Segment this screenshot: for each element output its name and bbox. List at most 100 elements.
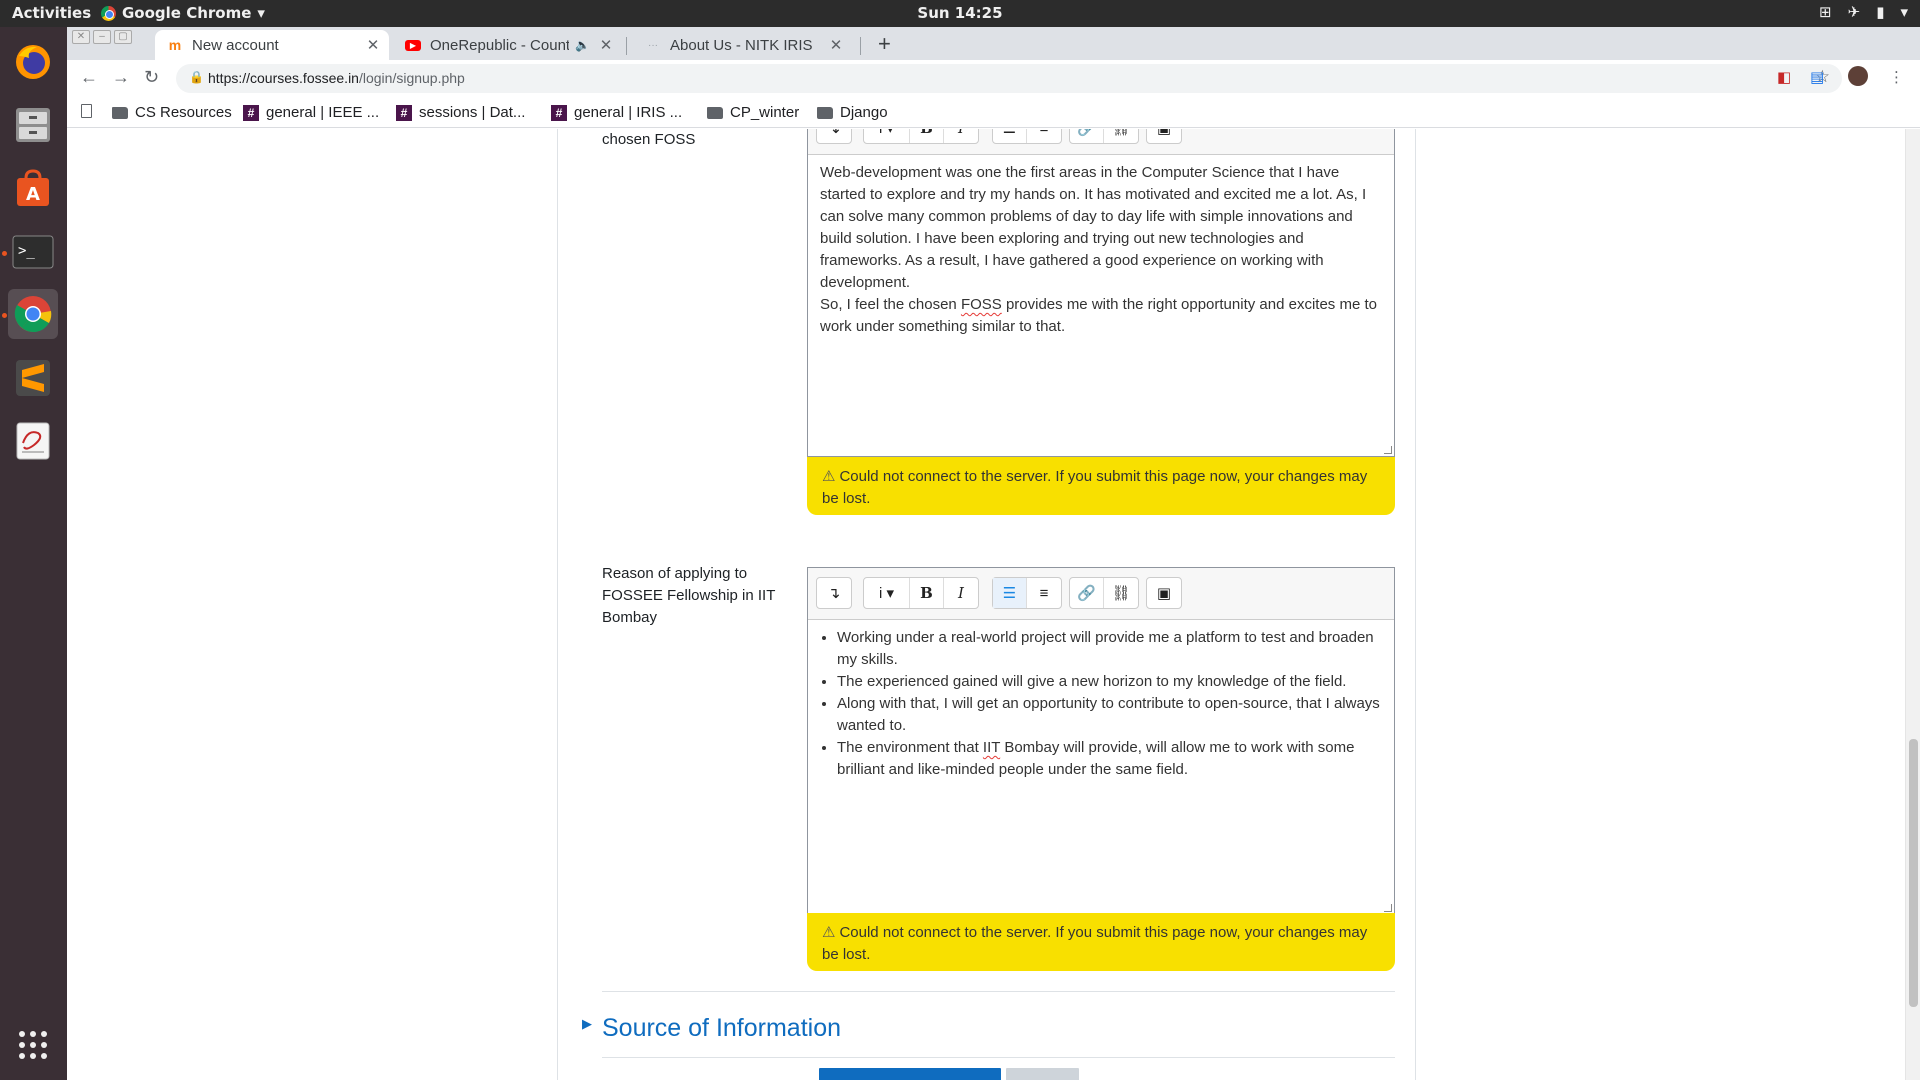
unlink-button[interactable]: ⛓ <box>1104 578 1138 608</box>
activities-button[interactable]: Activities <box>12 4 91 22</box>
link-button[interactable]: 🔗 <box>1070 578 1104 608</box>
reload-icon[interactable]: ↻ <box>144 67 159 88</box>
section-source-of-information[interactable]: Source of Information <box>602 1014 841 1043</box>
profile-avatar[interactable] <box>1848 66 1868 86</box>
spellcheck-word: IIT <box>982 739 1001 756</box>
bookmark-general-iris[interactable]: # general | IRIS ... <box>551 104 682 121</box>
tab-onerepublic[interactable]: ▶ OneRepublic - Countin 🔈 ✕ <box>393 30 622 60</box>
image-button[interactable]: ▣ <box>1147 129 1181 143</box>
moodle-favicon: m <box>168 37 182 53</box>
toolbar-group: 🔗⛓ <box>1069 129 1139 144</box>
sublime-launcher[interactable] <box>8 353 58 403</box>
collapse-toolbar-button[interactable]: ↴ <box>817 129 851 143</box>
bullet-list-button[interactable]: ☰ <box>993 578 1027 608</box>
chrome-icon <box>14 296 52 333</box>
paragraph-style-button[interactable]: i ▾ <box>864 129 910 143</box>
address-bar[interactable]: 🔒 https://courses.fossee.in/login/signup… <box>176 64 1842 93</box>
spellcheck-word: FOSS <box>960 296 1002 313</box>
close-tab-icon[interactable]: ✕ <box>596 36 616 54</box>
editor-toolbar: ↴ i ▾BI ☰≡ 🔗⛓ ▣ <box>808 129 1394 155</box>
extension-icon[interactable]: ◧ <box>1777 68 1791 86</box>
loading-favicon: ··· <box>648 39 658 51</box>
system-tray[interactable]: ⊞ ✈ ▮ ▾ <box>1819 3 1908 21</box>
new-tab-button[interactable]: + <box>878 31 891 57</box>
browser-toolbar: ← → ↻ 🔒 https://courses.fossee.in/login/… <box>67 60 1920 98</box>
tab-strip: ✕ – ▢ m New account ✕ ▶ OneRepublic - Co… <box>67 27 1920 60</box>
bookmark-sessions[interactable]: # sessions | Dat... <box>396 104 525 121</box>
editor-content[interactable]: Web-development was one the first areas … <box>808 155 1394 345</box>
app-menu-label: Google Chrome <box>122 4 252 22</box>
extension-icon[interactable]: ▤ <box>1810 68 1824 86</box>
create-account-button[interactable]: Create my new account <box>819 1068 1001 1080</box>
close-window-button[interactable]: ✕ <box>72 30 90 44</box>
italic-button[interactable]: I <box>944 129 978 143</box>
bookmark-label: general | IRIS ... <box>574 104 683 121</box>
folder-icon <box>707 106 723 119</box>
numbered-list-button[interactable]: ≡ <box>1027 129 1061 143</box>
text-editor-launcher[interactable] <box>8 416 58 466</box>
connection-warning: ⚠ Could not connect to the server. If you… <box>807 913 1395 971</box>
unlink-button[interactable]: ⛓ <box>1104 129 1138 143</box>
terminal-launcher[interactable]: >_ <box>8 227 58 277</box>
forward-arrow-icon[interactable]: → <box>112 67 130 88</box>
caret-down-icon: ▾ <box>1900 3 1908 21</box>
cancel-button[interactable]: Cancel <box>1006 1068 1079 1080</box>
close-tab-icon[interactable]: ✕ <box>363 36 383 54</box>
close-tab-icon[interactable]: ✕ <box>826 36 846 54</box>
column-border <box>557 129 558 1080</box>
speaker-icon[interactable]: 🔈 <box>575 38 590 52</box>
collapse-toolbar-button[interactable]: ↴ <box>817 578 851 608</box>
toolbar-group: 🔗⛓ <box>1069 577 1139 609</box>
tab-title: New account <box>192 36 279 54</box>
software-store-launcher[interactable]: A <box>8 163 58 213</box>
paragraph-style-button[interactable]: i ▾ <box>864 578 910 608</box>
scrollbar-thumb[interactable] <box>1909 739 1918 1007</box>
back-arrow-icon[interactable]: ← <box>80 67 98 88</box>
tab-new-account[interactable]: m New account ✕ <box>155 30 389 60</box>
apps-shortcut[interactable] <box>81 104 92 118</box>
text-editor-reason: ↴ i ▾BI ☰≡ 🔗⛓ ▣ Working under a real-wor… <box>807 567 1395 915</box>
tab-about-us[interactable]: ··· About Us - NITK IRIS ✕ <box>633 30 852 60</box>
chrome-launcher[interactable] <box>8 289 58 339</box>
firefox-launcher[interactable] <box>8 37 58 87</box>
text-editor-chosen-foss: ↴ i ▾BI ☰≡ 🔗⛓ ▣ Web-development was one … <box>807 129 1395 457</box>
bookmark-cp-winter[interactable]: CP_winter <box>707 104 799 121</box>
network-icon: ⊞ <box>1819 3 1832 21</box>
bold-button[interactable]: B <box>910 578 944 608</box>
bullet-list-button[interactable]: ☰ <box>993 129 1027 143</box>
sublime-text-icon <box>16 360 50 396</box>
editor-paragraph: Web-development was one the first areas … <box>820 164 1367 291</box>
dock: A >_ <box>0 27 67 1080</box>
numbered-list-button[interactable]: ≡ <box>1027 578 1061 608</box>
url-text[interactable]: https://courses.fossee.in/login/signup.p… <box>208 70 465 86</box>
image-button[interactable]: ▣ <box>1147 578 1181 608</box>
bold-button[interactable]: B <box>910 129 944 143</box>
airplane-icon: ✈ <box>1847 3 1861 21</box>
minimize-window-button[interactable]: – <box>93 30 111 44</box>
show-applications-button[interactable] <box>8 1020 58 1070</box>
field-label-chosen-foss: chosen FOSS <box>602 131 696 148</box>
resize-handle[interactable] <box>1384 904 1392 912</box>
menu-kebab-icon[interactable]: ⋮ <box>1889 68 1904 86</box>
expand-chevron-icon[interactable]: ▶ <box>582 1016 592 1032</box>
editor-content[interactable]: Working under a real-world project will … <box>808 620 1394 788</box>
lock-icon: 🔒 <box>189 70 204 84</box>
italic-button[interactable]: I <box>944 578 978 608</box>
bookmark-label: Django <box>840 104 888 121</box>
resize-handle[interactable] <box>1384 446 1392 454</box>
bookmark-general-ieee[interactable]: # general | IEEE ... <box>243 104 379 121</box>
maximize-window-button[interactable]: ▢ <box>114 30 132 44</box>
app-menu[interactable]: Google Chrome ▾ <box>101 4 265 22</box>
page-content: chosen FOSS ↴ i ▾BI ☰≡ 🔗⛓ ▣ Web-developm… <box>67 129 1920 1080</box>
warning-text: Could not connect to the server. If you … <box>822 924 1368 963</box>
text-run: So, I feel the chosen <box>820 296 961 313</box>
bookmark-cs-resources[interactable]: CS Resources <box>112 104 232 121</box>
clock[interactable]: Sun 14:25 <box>0 4 1920 22</box>
link-button[interactable]: 🔗 <box>1070 129 1104 143</box>
bookmark-label: general | IEEE ... <box>266 104 380 121</box>
shopping-bag-icon: A <box>17 169 49 206</box>
toolbar-group: i ▾BI <box>863 129 979 144</box>
bookmark-django[interactable]: Django <box>817 104 888 121</box>
files-launcher[interactable] <box>8 100 58 150</box>
page-scrollbar[interactable] <box>1905 129 1920 1080</box>
